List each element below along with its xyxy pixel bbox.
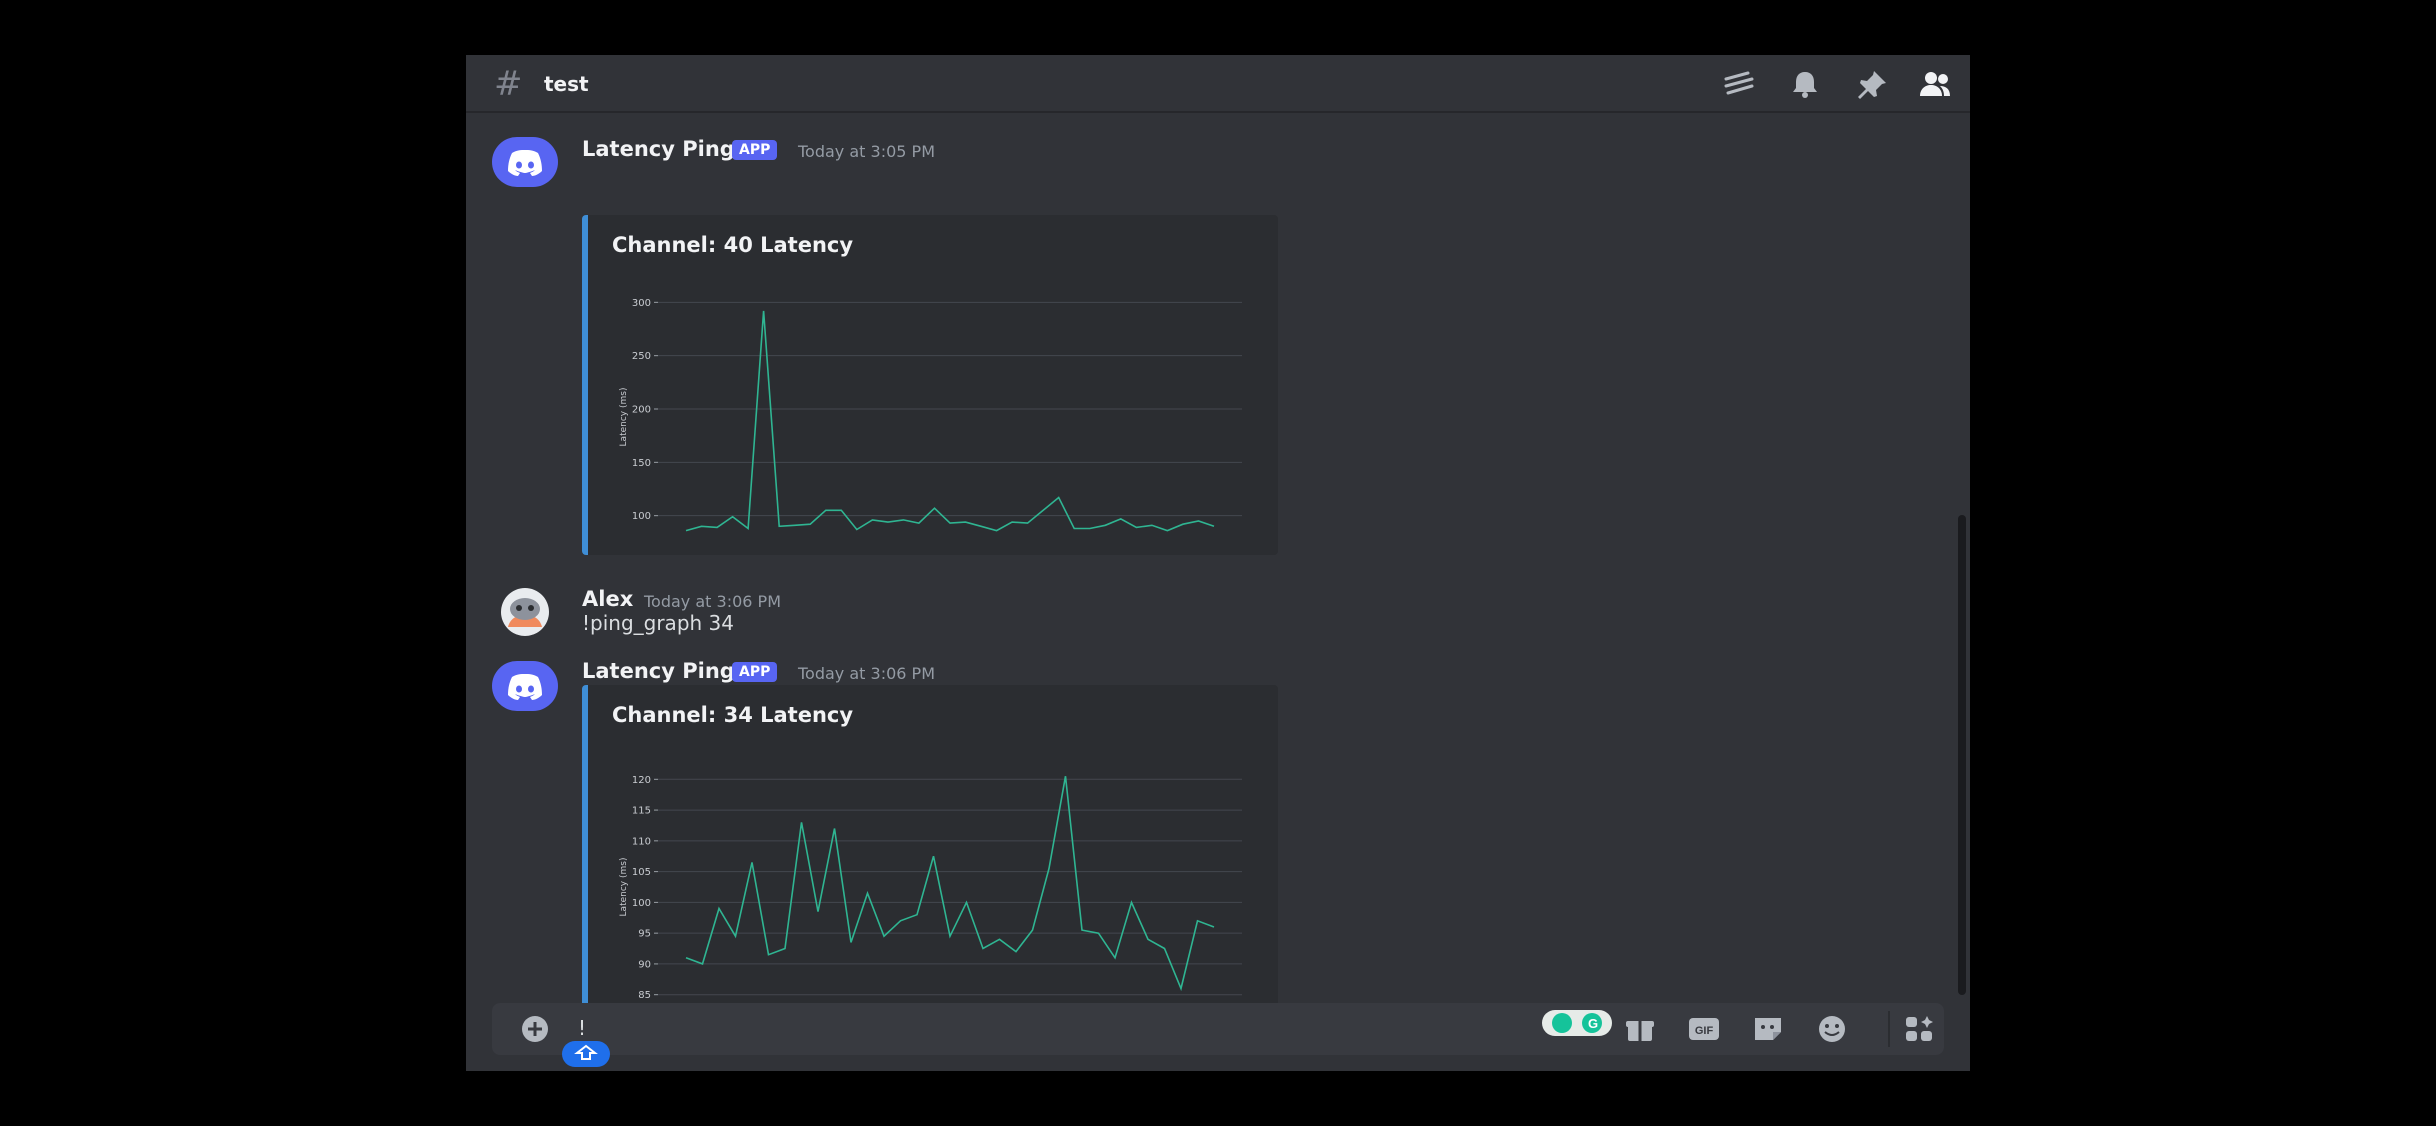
message-author[interactable]: Latency Ping bbox=[582, 137, 735, 161]
emoji-icon[interactable] bbox=[1814, 1013, 1850, 1045]
message-list[interactable]: Latency Ping APP Today at 3:05 PM Channe… bbox=[466, 115, 1970, 1045]
y-tick-label: 300 bbox=[632, 298, 651, 309]
floating-action-button[interactable] bbox=[562, 1041, 610, 1067]
channel-name: test bbox=[544, 72, 589, 96]
chart-embed: Channel: 40 Latency 100 150 200 250 300 Laten… bbox=[582, 215, 1278, 555]
y-tick-label: 120 bbox=[632, 775, 651, 786]
y-tick-label: 100 bbox=[632, 898, 651, 909]
hash-icon: # bbox=[494, 64, 523, 104]
svg-text:G: G bbox=[1588, 1016, 1598, 1031]
threads-icon[interactable] bbox=[1722, 69, 1756, 99]
pin-icon[interactable] bbox=[1854, 69, 1888, 99]
series-line bbox=[685, 310, 1215, 532]
sticker-icon[interactable] bbox=[1750, 1013, 1786, 1045]
series-line bbox=[685, 776, 1215, 992]
grammarly-icon[interactable]: G bbox=[1542, 1010, 1612, 1036]
discord-logo-icon[interactable] bbox=[492, 137, 558, 187]
add-icon[interactable] bbox=[518, 1015, 552, 1043]
y-tick-label: 90 bbox=[638, 959, 651, 970]
user-avatar[interactable] bbox=[492, 587, 558, 637]
y-axis-label: Latency (ms) bbox=[619, 388, 629, 447]
app-badge: APP bbox=[732, 140, 778, 160]
divider bbox=[1888, 1011, 1890, 1047]
latency-chart: 100 150 200 250 300 Latency (ms) bbox=[619, 298, 1242, 532]
y-tick-label: 110 bbox=[632, 836, 651, 847]
message-author[interactable]: Alex bbox=[582, 587, 633, 611]
message-timestamp: Today at 3:05 PM bbox=[798, 142, 935, 161]
scrollbar[interactable] bbox=[1958, 515, 1966, 995]
discord-logo-icon[interactable] bbox=[492, 661, 558, 711]
discord-window: # test Latency Ping APP Today at 3:05 PM… bbox=[466, 55, 1970, 1071]
y-tick-label: 250 bbox=[632, 351, 651, 362]
gift-icon[interactable] bbox=[1622, 1013, 1658, 1045]
y-tick-label: 200 bbox=[632, 405, 651, 416]
members-icon[interactable] bbox=[1918, 69, 1952, 99]
y-tick-label: 95 bbox=[638, 929, 651, 940]
channel-header: # test bbox=[466, 55, 1970, 113]
y-tick-label: 85 bbox=[638, 990, 651, 1001]
message-content: !ping_graph 34 bbox=[582, 611, 734, 635]
y-axis-label: Latency (ms) bbox=[619, 858, 629, 917]
y-tick-label: 150 bbox=[632, 458, 651, 469]
y-tick-label: 105 bbox=[632, 867, 651, 878]
chart-embed: Channel: 34 Latency 85 90 95 100 105 110 115 12… bbox=[582, 685, 1278, 1025]
embed-title: Channel: 40 Latency bbox=[612, 233, 854, 257]
message-composer: ! G GIF bbox=[492, 1003, 1944, 1055]
y-tick-label: 115 bbox=[632, 806, 651, 817]
svg-text:GIF: GIF bbox=[1695, 1025, 1714, 1037]
y-tick-label: 100 bbox=[632, 511, 651, 522]
message-author[interactable]: Latency Ping bbox=[582, 659, 735, 683]
latency-chart: 85 90 95 100 105 110 115 120 Latency (ms) bbox=[619, 775, 1242, 1001]
bell-icon[interactable] bbox=[1788, 69, 1822, 99]
gif-icon[interactable]: GIF bbox=[1686, 1013, 1722, 1045]
app-badge: APP bbox=[732, 662, 778, 682]
embed-title: Channel: 34 Latency bbox=[612, 703, 854, 727]
message-timestamp: Today at 3:06 PM bbox=[644, 592, 781, 611]
message-input[interactable]: ! bbox=[578, 1016, 1178, 1042]
message-timestamp: Today at 3:06 PM bbox=[798, 664, 935, 683]
apps-icon[interactable] bbox=[1902, 1013, 1938, 1045]
